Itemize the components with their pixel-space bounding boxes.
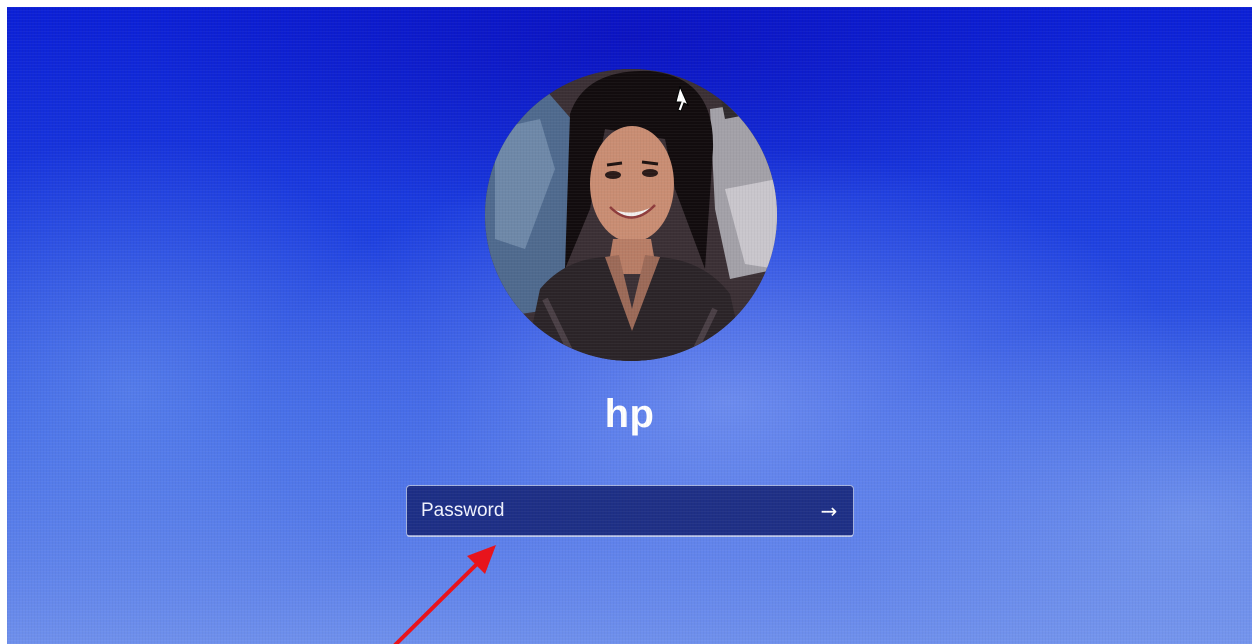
password-input[interactable] [407,486,805,536]
lock-screen: hp → [7,7,1252,644]
avatar-photo [485,69,777,361]
password-field-container: → [406,485,854,537]
user-avatar [485,69,777,361]
submit-button[interactable]: → [805,486,853,536]
user-name: hp [604,392,655,436]
arrow-right-icon: → [820,499,838,523]
